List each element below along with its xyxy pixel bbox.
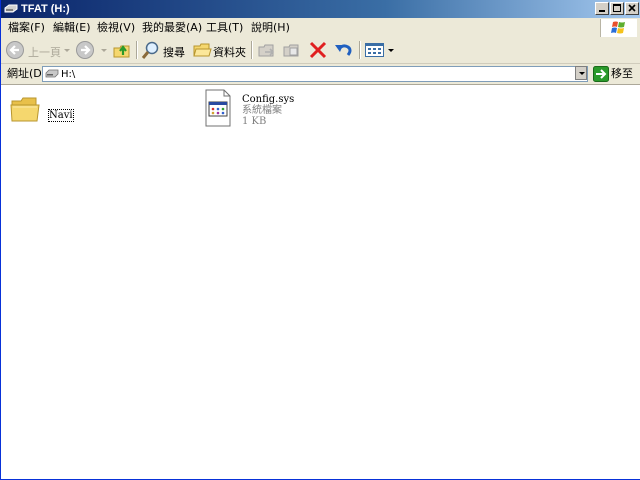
delete-icon — [309, 41, 327, 59]
search-icon — [141, 41, 159, 59]
drive-icon — [45, 69, 59, 78]
title-bar[interactable]: TFAT (H:) — [1, 0, 640, 18]
file-item-config-sys[interactable]: Config.sys 系統檔案 1 KB — [202, 88, 302, 132]
views-icon — [365, 43, 384, 57]
go-button[interactable]: 移至 — [593, 66, 637, 82]
forward-button[interactable] — [75, 40, 107, 60]
go-arrow-icon — [593, 66, 609, 82]
delete-button[interactable] — [308, 40, 328, 60]
toolbar-separator — [136, 41, 138, 59]
move-to-button[interactable] — [257, 40, 277, 60]
file-size: 1 KB — [242, 116, 267, 127]
copy-to-button[interactable] — [282, 40, 302, 60]
explorer-window: TFAT (H:) 檔案(F) 編輯(E) 檢視(V) 我的最愛(A) 工具(T… — [0, 0, 640, 480]
menu-edit[interactable]: 編輯(E) — [53, 21, 91, 35]
folders-label: 資料夾 — [213, 46, 246, 59]
close-button[interactable] — [625, 2, 639, 15]
file-type: 系統檔案 — [242, 105, 282, 116]
move-to-icon — [258, 44, 275, 57]
folders-icon — [193, 43, 212, 57]
windows-flag-icon — [611, 21, 625, 34]
address-bar: 網址(D) H:\ 移至 — [1, 64, 640, 85]
forward-dropdown-icon[interactable] — [101, 49, 107, 52]
minimize-button[interactable] — [595, 2, 609, 15]
back-arrow-icon — [6, 41, 24, 59]
system-file-icon — [205, 89, 231, 127]
window-title: TFAT (H:) — [21, 3, 70, 15]
menu-file[interactable]: 檔案(F) — [8, 21, 45, 35]
folder-item-navi[interactable]: Navi — [10, 93, 80, 133]
chevron-down-icon — [579, 72, 585, 75]
menu-help[interactable]: 說明(H) — [251, 21, 290, 35]
toolbar-separator — [359, 41, 361, 59]
file-name: Config.sys — [242, 94, 295, 105]
back-dropdown-icon[interactable] — [64, 49, 70, 52]
minimize-icon — [599, 10, 605, 12]
undo-button[interactable] — [333, 40, 355, 60]
folder-icon — [10, 97, 40, 122]
folders-button[interactable]: 資料夾 — [193, 40, 247, 60]
maximize-button[interactable] — [610, 2, 624, 15]
menu-view[interactable]: 檢視(V) — [97, 21, 135, 35]
menu-tools[interactable]: 工具(T) — [206, 21, 243, 35]
back-button[interactable]: 上一頁 — [5, 40, 70, 60]
address-dropdown-button[interactable] — [575, 66, 587, 80]
windows-logo — [600, 19, 637, 37]
undo-icon — [335, 44, 352, 56]
search-label: 搜尋 — [163, 46, 185, 59]
toolbar: 上一頁 搜尋 資料夾 — [1, 38, 640, 64]
drive-icon — [4, 4, 18, 13]
views-dropdown-icon[interactable] — [388, 49, 394, 52]
address-input[interactable]: H:\ — [42, 66, 588, 82]
menu-favorites[interactable]: 我的最愛(A) — [142, 21, 202, 35]
search-button[interactable]: 搜尋 — [141, 40, 187, 60]
copy-to-icon — [283, 44, 299, 57]
address-label: 網址(D) — [7, 67, 47, 80]
close-icon — [628, 4, 636, 12]
toolbar-separator — [251, 41, 253, 59]
up-folder-button[interactable] — [112, 40, 132, 60]
menu-bar: 檔案(F) 編輯(E) 檢視(V) 我的最愛(A) 工具(T) 說明(H) — [1, 18, 640, 39]
go-label: 移至 — [611, 67, 633, 80]
back-label: 上一頁 — [28, 46, 61, 59]
views-button[interactable] — [364, 40, 394, 60]
up-folder-icon — [113, 45, 130, 58]
forward-arrow-icon — [76, 41, 94, 59]
address-value: H:\ — [61, 69, 76, 80]
file-list[interactable]: Navi Config.sys 系統檔案 1 KB — [2, 85, 640, 479]
folder-name: Navi — [48, 109, 74, 122]
maximize-icon — [613, 4, 621, 12]
